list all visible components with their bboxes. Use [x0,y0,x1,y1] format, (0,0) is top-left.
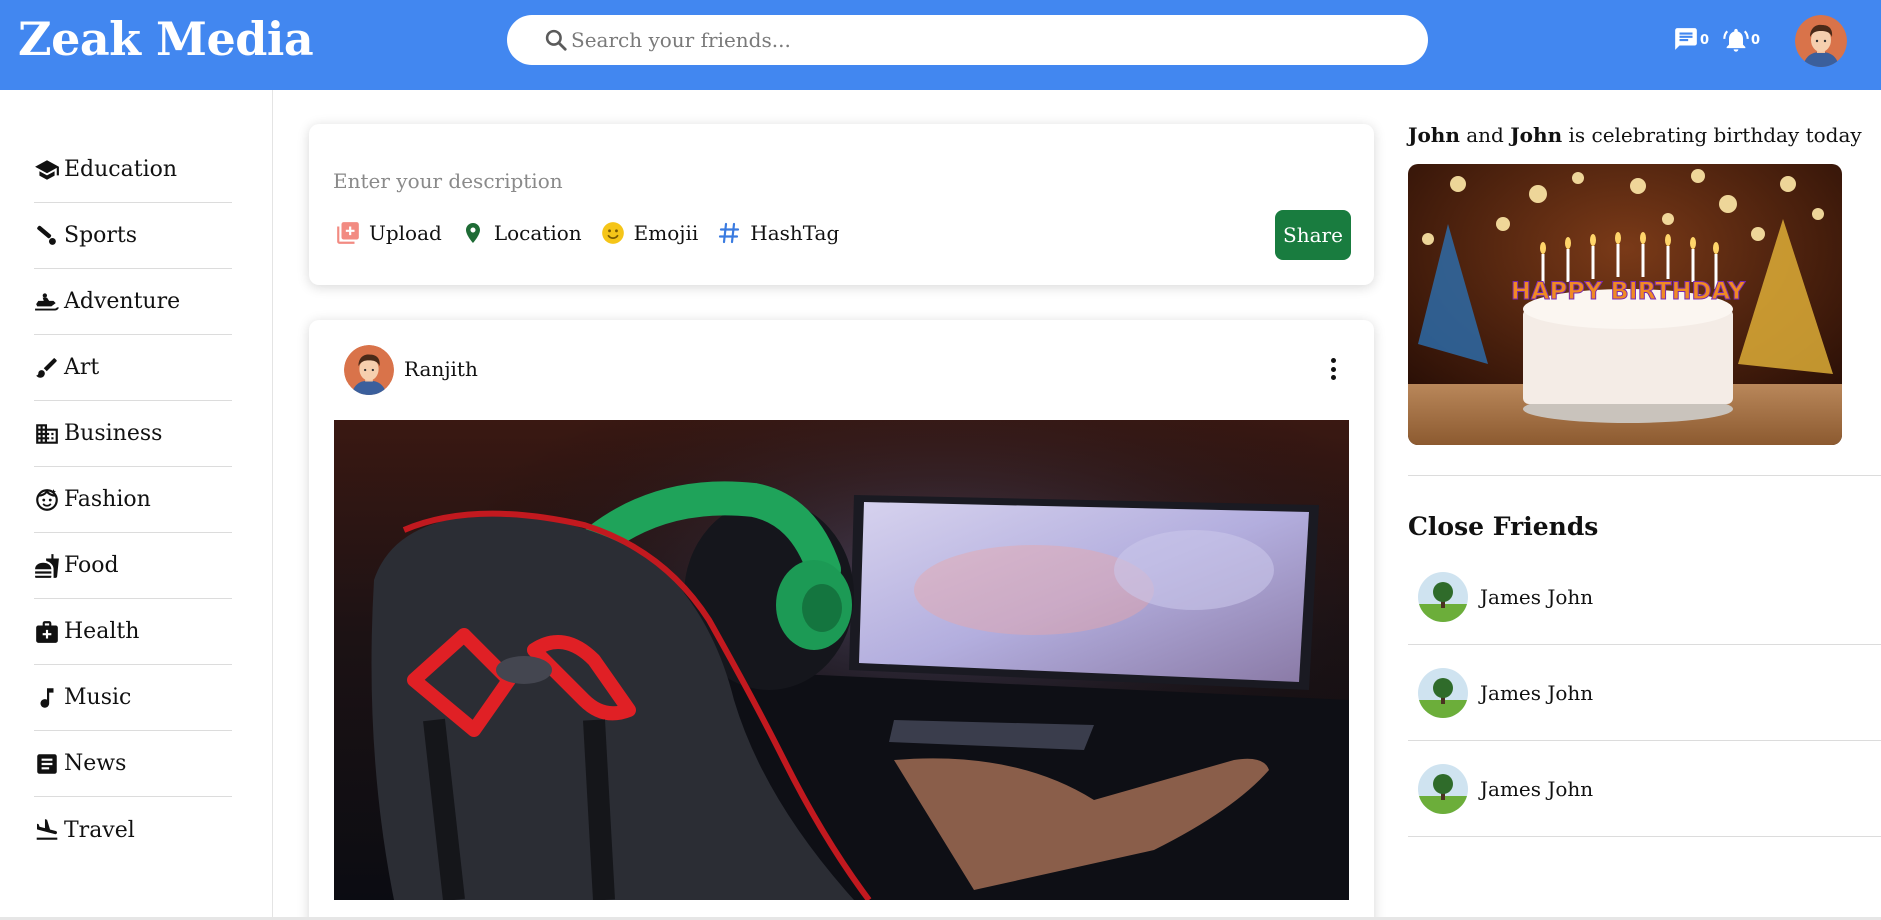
upload-label: Upload [369,221,442,245]
face-icon [34,486,62,514]
composer-tools: Upload Location Emojii HashTag [335,220,857,246]
birthday-name-1[interactable]: John [1408,123,1460,147]
share-button[interactable]: Share [1275,210,1351,260]
friend-item[interactable]: James John [1408,741,1881,837]
sidebar-item-sports[interactable]: Sports [34,203,232,269]
sidebar-item-business[interactable]: Business [34,401,232,467]
birthday-name-2[interactable]: John [1510,123,1562,147]
post-composer: Upload Location Emojii HashTag Share [309,124,1374,285]
sidebar-item-label: Education [64,157,178,182]
birthday-conj: and [1466,123,1504,147]
category-list: Education Sports Adventure Art Business [34,137,232,863]
top-bar: Zeak Media 0 0 [0,0,1881,90]
more-options-icon[interactable] [1319,354,1347,384]
notifications-button[interactable]: 0 [1722,26,1760,54]
sidebar-item-label: Sports [64,223,138,248]
sidebar-item-label: Music [64,685,132,710]
feed-post: Ranjith [309,320,1374,920]
friend-name: James John [1480,584,1594,609]
friend-avatar [1418,667,1468,718]
sidebar-item-label: Business [64,421,163,446]
cake-text: HAPPY BIRTHDAY [1511,277,1746,305]
sidebar-item-label: Travel [64,817,135,843]
sidebar-item-music[interactable]: Music [34,665,232,731]
add-photo-icon [335,220,361,246]
graduation-cap-icon [34,156,62,184]
sidebar-item-art[interactable]: Art [34,335,232,401]
user-avatar[interactable] [1795,15,1847,67]
birthday-image: HAPPY BIRTHDAY [1408,164,1842,445]
messages-count: 0 [1700,33,1710,48]
post-author-name[interactable]: Ranjith [404,357,478,381]
friend-item[interactable]: James John [1408,549,1881,645]
music-note-icon [34,684,62,712]
sidebar-item-food[interactable]: Food [34,533,232,599]
medical-bag-icon [34,618,62,646]
building-icon [34,420,62,448]
app-logo[interactable]: Zeak Media [18,12,314,66]
sidebar-item-label: Health [64,619,140,644]
category-sidebar: Education Sports Adventure Art Business [0,90,273,920]
right-divider [1408,475,1881,476]
birthday-notice: John and John is celebrating birthday to… [1408,123,1862,147]
sidebar-item-news[interactable]: News [34,731,232,797]
sidebar-item-label: Fashion [64,487,151,512]
fastfood-icon [34,552,62,580]
sidebar-item-fashion[interactable]: Fashion [34,467,232,533]
messages-button[interactable]: 0 [1673,26,1709,52]
chat-icon [1675,28,1697,50]
hashtag-label: HashTag [750,221,840,245]
hashtag-icon [716,220,742,246]
sidebar-item-label: Food [64,553,119,578]
friend-item[interactable]: James John [1408,645,1881,741]
friend-name: James John [1480,680,1594,705]
sidebar-item-education[interactable]: Education [34,137,232,203]
hashtag-button[interactable]: HashTag [716,220,839,246]
sidebar-item-adventure[interactable]: Adventure [34,269,232,335]
description-input[interactable] [333,164,1333,198]
upload-button[interactable]: Upload [335,220,442,246]
friend-avatar [1418,571,1468,622]
sidebar-item-label: Adventure [64,289,181,314]
location-label: Location [493,221,582,245]
birthday-suffix: is celebrating birthday today [1568,123,1862,147]
emoji-icon [600,220,626,246]
friend-avatar [1418,763,1468,814]
search-bar[interactable] [507,15,1428,65]
bell-icon [1723,28,1749,52]
sidebar-item-label: Art [64,355,100,380]
article-icon [34,750,62,778]
emoji-button[interactable]: Emojii [600,220,699,246]
friend-name: James John [1480,776,1594,801]
close-friends-title: Close Friends [1408,512,1599,541]
snowmobile-icon [34,288,62,316]
notifications-count: 0 [1751,33,1761,48]
location-button[interactable]: Location [460,220,582,246]
emoji-label: Emojii [633,221,699,245]
sports-icon [34,222,62,250]
post-image [334,420,1349,900]
post-author-avatar[interactable] [344,345,394,395]
sidebar-item-health[interactable]: Health [34,599,232,665]
sidebar-item-travel[interactable]: Travel [34,797,232,863]
location-pin-icon [460,220,486,246]
search-icon [545,29,567,51]
flight-land-icon [34,816,62,844]
sidebar-item-label: News [64,751,127,776]
search-input[interactable] [571,24,1391,56]
brush-icon [34,354,62,382]
